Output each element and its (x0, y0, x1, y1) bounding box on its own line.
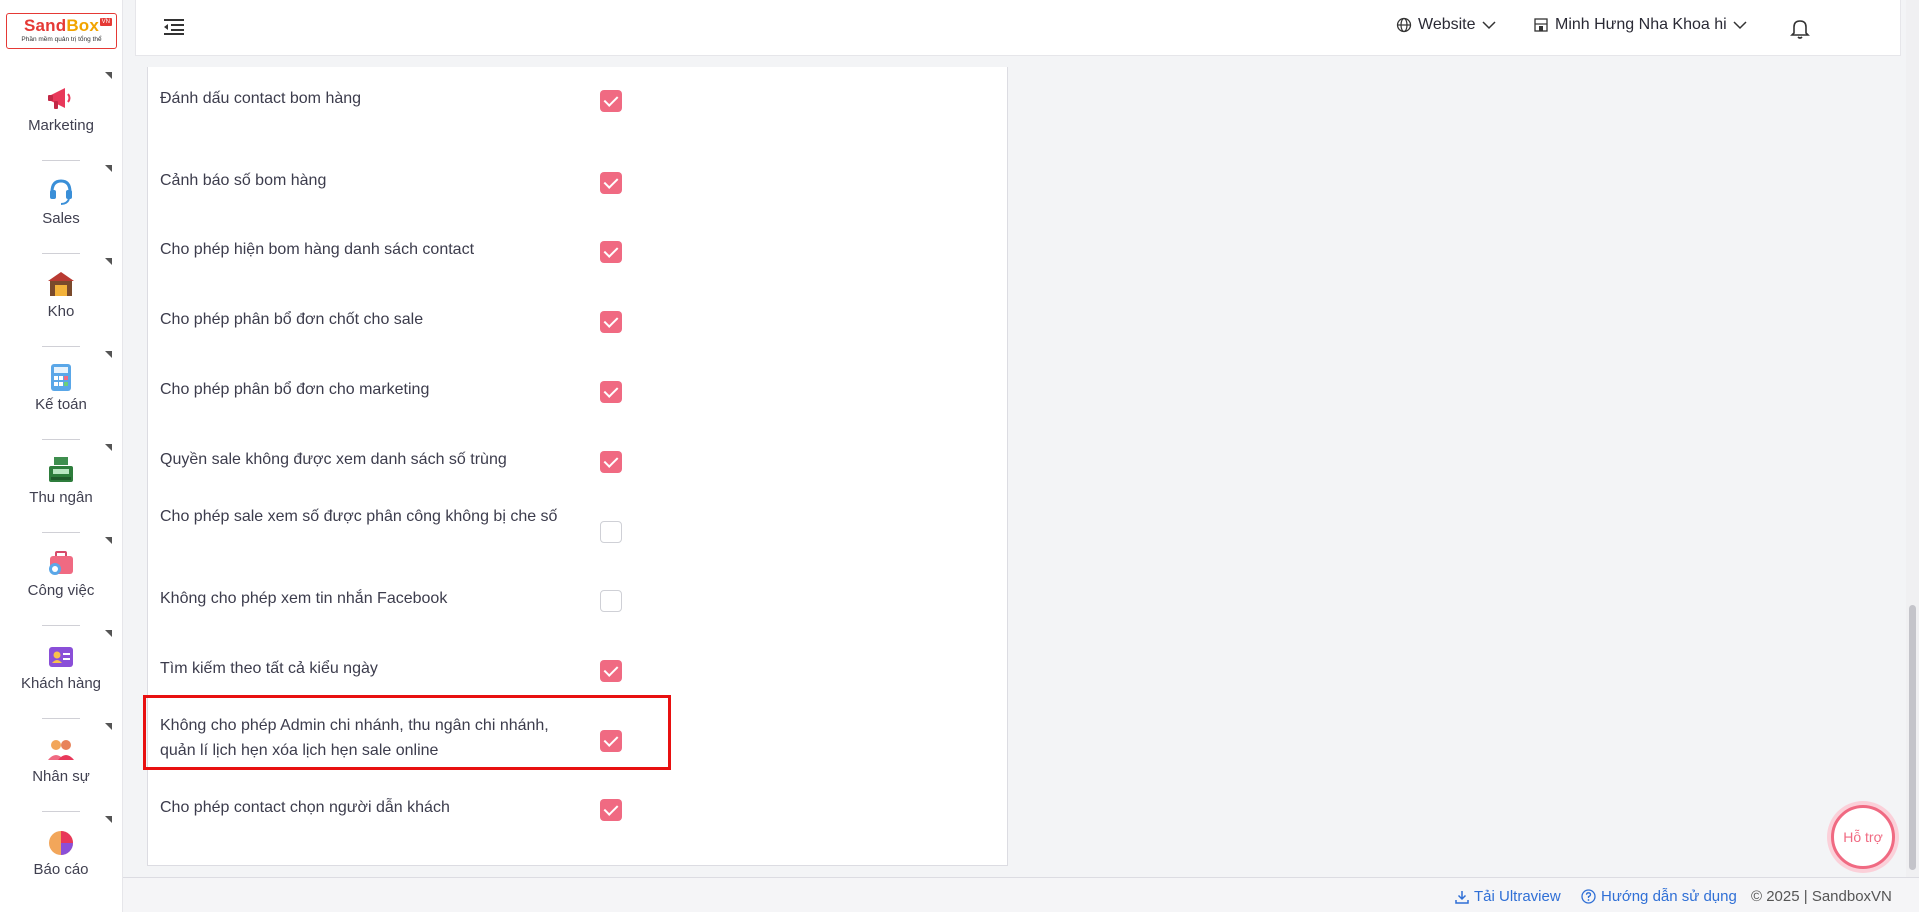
pie-chart-icon (49, 831, 73, 855)
setting-checkbox[interactable] (600, 381, 622, 403)
ultraview-label: Tải Ultraview (1474, 888, 1561, 905)
headset-icon (50, 179, 72, 205)
calculator-icon (51, 364, 71, 391)
sidebar-item-thu-ngan[interactable]: Thu ngân (0, 440, 122, 533)
caret-icon (105, 72, 112, 79)
sidebar-item-label: Marketing (28, 117, 94, 134)
menu-collapse-icon[interactable] (164, 18, 184, 36)
sidebar-item-ke-toan[interactable]: Kế toán (0, 347, 122, 440)
setting-label: Cho phép phân bổ đơn cho marketing (160, 381, 430, 398)
setting-checkbox[interactable] (600, 172, 622, 194)
setting-label: Cho phép hiện bom hàng danh sách contact (160, 241, 475, 258)
setting-checkbox[interactable] (600, 311, 622, 333)
cash-register-icon (49, 457, 73, 482)
setting-label: Quyền sale không được xem danh sách số t… (160, 451, 507, 468)
sidebar-item-label: Công việc (27, 582, 95, 599)
sidebar-item-label: Khách hàng (20, 675, 102, 692)
setting-label: Tìm kiếm theo tất cả kiểu ngày (160, 660, 378, 677)
id-card-icon (49, 647, 73, 667)
sidebar-item-bao-cao[interactable]: Báo cáo (0, 812, 122, 877)
setting-label: Không cho phép xem tin nhắn Facebook (160, 590, 448, 607)
caret-icon (105, 537, 112, 544)
caret-icon (105, 816, 112, 823)
sidebar-item-sales[interactable]: Sales (0, 161, 122, 254)
user-guide-link[interactable]: Hướng dẫn sử dụng (1581, 888, 1737, 905)
sidebar-item-label: Báo cáo (33, 861, 89, 877)
setting-checkbox[interactable] (600, 451, 622, 473)
setting-checkbox[interactable] (600, 90, 622, 112)
sidebar-item-khach-hang[interactable]: Khách hàng (0, 626, 122, 719)
chevron-down-icon (1733, 21, 1747, 30)
megaphone-icon (48, 88, 71, 109)
sidebar-item-nhan-su[interactable]: Nhân sự (0, 719, 122, 812)
caret-icon (105, 351, 112, 358)
caret-icon (105, 258, 112, 265)
highlight-box (143, 695, 671, 770)
caret-icon (105, 630, 112, 637)
chevron-down-icon (1481, 21, 1496, 30)
setting-checkbox[interactable] (600, 521, 622, 543)
support-button[interactable]: Hỗ trợ (1831, 805, 1895, 869)
ultraview-download-link[interactable]: Tải Ultraview (1455, 888, 1561, 905)
bell-icon[interactable] (1788, 16, 1812, 40)
people-icon (48, 740, 74, 760)
setting-label: Cho phép phân bổ đơn chốt cho sale (160, 311, 424, 328)
logo-vn-badge: VN (99, 18, 112, 26)
branch-label: Minh Hưng Nha Khoa hi (1555, 16, 1727, 33)
building-icon (1534, 18, 1548, 32)
top-header: Website Minh Hưng Nha Khoa hi 34 (135, 0, 1901, 56)
sidebar-item-label: Kho (47, 303, 75, 320)
sidebar: SandBox VN Phần mềm quản trị tổng thể Ma… (0, 0, 123, 912)
setting-checkbox[interactable] (600, 241, 622, 263)
scrollbar-thumb[interactable] (1909, 605, 1916, 870)
setting-label: Cảnh báo số bom hàng (160, 172, 327, 189)
caret-icon (105, 444, 112, 451)
setting-label: Cho phép sale xem số được phân công khôn… (160, 508, 558, 525)
globe-icon (1396, 17, 1412, 33)
setting-label: Đánh dấu contact bom hàng (160, 90, 362, 107)
download-icon (1455, 890, 1469, 904)
branch-dropdown[interactable]: Minh Hưng Nha Khoa hi (1533, 16, 1747, 34)
caret-icon (105, 723, 112, 730)
sidebar-item-label: Thu ngân (29, 489, 93, 506)
setting-label: Cho phép contact chọn người dẫn khách (160, 799, 450, 816)
help-circle-icon (1581, 889, 1596, 904)
sidebar-item-label: Sales (42, 210, 80, 227)
setting-checkbox[interactable] (600, 590, 622, 612)
sidebar-item-kho[interactable]: Kho (0, 254, 122, 347)
logo-tagline: Phần mềm quản trị tổng thể (21, 36, 102, 43)
sidebar-item-marketing[interactable]: Marketing (0, 68, 122, 161)
website-label: Website (1418, 16, 1476, 33)
warehouse-icon (48, 272, 74, 296)
caret-icon (105, 165, 112, 172)
copyright: © 2025 | SandboxVN (1751, 888, 1892, 905)
footer: Tải Ultraview Hướng dẫn sử dụng © 2025 |… (123, 877, 1919, 912)
website-dropdown[interactable]: Website (1396, 16, 1496, 34)
setting-checkbox[interactable] (600, 660, 622, 682)
sidebar-item-label: Nhân sự (32, 768, 90, 785)
sidebar-item-label: Kế toán (35, 396, 87, 413)
guide-label: Hướng dẫn sử dụng (1601, 888, 1737, 905)
briefcase-icon (49, 551, 73, 575)
setting-checkbox[interactable] (600, 799, 622, 821)
sidebar-item-cong-viec[interactable]: Công việc (0, 533, 122, 626)
sandbox-logo[interactable]: SandBox VN Phần mềm quản trị tổng thể (6, 13, 117, 49)
